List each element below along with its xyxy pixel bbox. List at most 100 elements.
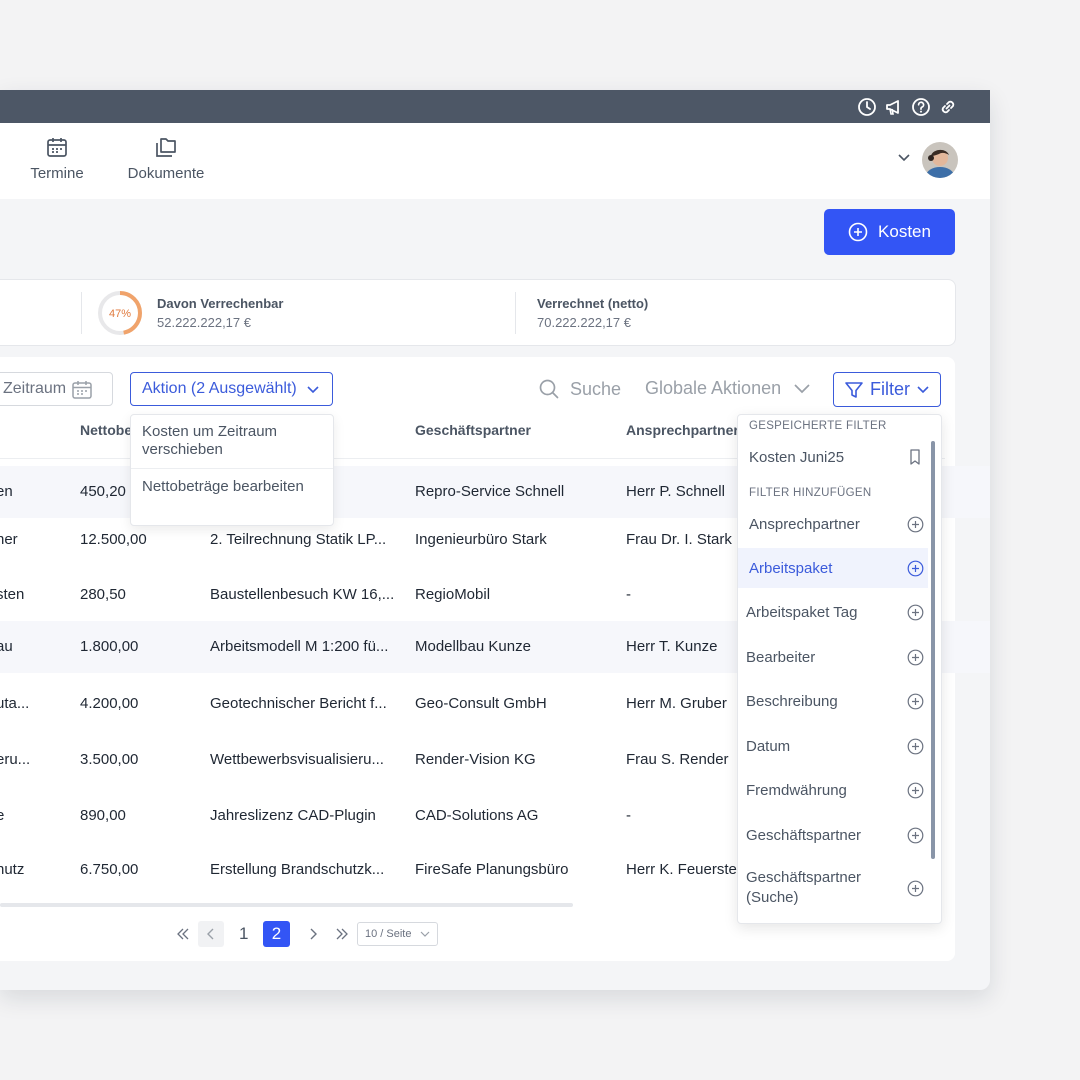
nav-item-termine[interactable]: Termine <box>27 135 87 182</box>
filter-option[interactable]: Ansprechpartner <box>738 504 928 544</box>
filter-option-label: Ansprechpartner <box>749 515 860 533</box>
megaphone-icon[interactable] <box>884 97 904 117</box>
table-cell: Herr T. Kunze <box>626 638 718 655</box>
prev-page-button[interactable] <box>198 921 224 947</box>
table-cell: Ingenieurbüro Stark <box>415 531 547 548</box>
table-cell: - <box>626 807 631 824</box>
filter-option[interactable]: Fremdwährung <box>738 770 928 810</box>
globale-aktionen-dropdown[interactable]: Globale Aktionen <box>645 378 811 399</box>
search-placeholder: Suche <box>570 378 622 399</box>
table-cell: Frau S. Render <box>626 751 729 768</box>
menu-item-verschieben[interactable]: Kosten um Zeitraum verschieben <box>142 423 322 459</box>
filter-option[interactable]: Geschäftspartner <box>738 815 928 855</box>
table-cell: eru... <box>0 751 31 768</box>
add-filters-title: FILTER HINZUFÜGEN <box>749 487 872 499</box>
filter-menu-scrollbar[interactable] <box>931 441 935 859</box>
column-header-contact[interactable]: Ansprechpartner <box>626 422 739 438</box>
plus-circle-icon[interactable] <box>907 738 924 755</box>
saved-filters-title: GESPEICHERTE FILTER <box>749 420 887 432</box>
chevron-right-icon[interactable] <box>308 928 318 940</box>
plus-circle-icon[interactable] <box>907 880 924 897</box>
table-cell: sten <box>0 586 25 603</box>
table-cell: CAD-Solutions AG <box>415 807 539 824</box>
zeitraum-placeholder: Zeitraum <box>3 380 67 397</box>
zeitraum-input[interactable]: Zeitraum <box>0 372 113 406</box>
plus-circle-icon[interactable] <box>907 827 924 844</box>
page-2-current[interactable]: 2 <box>263 921 290 947</box>
filter-option[interactable]: Beschreibung <box>738 681 928 721</box>
column-header-partner[interactable]: Geschäftspartner <box>415 422 531 438</box>
menu-item-nettobetraege[interactable]: Nettobeträge bearbeiten <box>142 478 322 496</box>
progress-ring: 47% <box>98 291 142 335</box>
clock-icon[interactable] <box>857 97 877 117</box>
chevron-down-icon <box>794 383 810 393</box>
stat-value: 70.222.222,17 € <box>537 315 631 330</box>
table-cell: uta... <box>0 695 30 712</box>
table-cell: 2. Teilrechnung Statik LP... <box>210 531 387 548</box>
table-cell: Repro-Service Schnell <box>415 483 565 500</box>
filter-option[interactable]: Bearbeiter <box>738 637 928 677</box>
table-cell: 890,00 <box>80 807 126 824</box>
search-input[interactable]: Suche <box>538 378 621 400</box>
saved-filter-item[interactable]: Kosten Juni25 <box>738 437 928 477</box>
table-cell: en <box>0 483 13 500</box>
filter-option-label: Geschäftspartner (Suche) <box>746 869 862 906</box>
filter-option[interactable]: Datum <box>738 726 928 766</box>
filter-option[interactable]: Arbeitspaket <box>738 548 928 588</box>
horizontal-scrollbar[interactable] <box>0 903 573 907</box>
main-header: Termine Dokumente <box>0 123 990 199</box>
plus-circle-icon[interactable] <box>907 693 924 710</box>
table-cell: Herr M. Gruber <box>626 695 727 712</box>
chevron-down-icon <box>420 931 430 937</box>
page-size-label: 10 / Seite <box>365 928 412 940</box>
table-cell: Arbeitsmodell M 1:200 fü... <box>210 638 389 655</box>
funnel-icon <box>845 381 863 398</box>
filter-option-label: Arbeitspaket <box>749 559 833 577</box>
calendar-icon <box>72 381 92 399</box>
stat-title: Verrechnet (netto) <box>537 296 649 311</box>
filter-option-label: Beschreibung <box>746 692 838 710</box>
table-cell: ner <box>0 531 18 548</box>
column-header-netto[interactable]: Nettobe <box>80 422 132 438</box>
filter-option-label: Bearbeiter <box>746 648 816 666</box>
help-icon[interactable] <box>911 97 931 117</box>
table-cell: FireSafe Planungsbüro <box>415 861 569 878</box>
calendar-icon <box>47 138 67 157</box>
table-cell: Geo-Consult GmbH <box>415 695 547 712</box>
table-cell: 280,50 <box>80 586 126 603</box>
nav-item-dokumente[interactable]: Dokumente <box>125 135 207 182</box>
saved-filter-label: Kosten Juni25 <box>749 448 845 466</box>
progress-label: 47% <box>109 308 131 320</box>
aktion-dropdown[interactable]: Aktion (2 Ausgewählt) <box>130 372 333 406</box>
plus-circle-icon[interactable] <box>907 604 924 621</box>
filter-label: Filter <box>870 379 910 399</box>
avatar[interactable] <box>922 142 958 178</box>
last-page-icon[interactable] <box>335 927 349 941</box>
filter-option-label: Geschäftspartner <box>746 826 862 844</box>
table-cell: - <box>626 586 631 603</box>
table-cell: hutz <box>0 861 25 878</box>
filter-option[interactable]: Geschäftspartner (Suche) <box>738 861 928 915</box>
link-icon[interactable] <box>938 97 958 117</box>
plus-circle-icon[interactable] <box>907 560 924 577</box>
bookmark-icon[interactable] <box>909 449 921 465</box>
chevron-down-icon[interactable] <box>897 153 911 163</box>
table-cell: 1.800,00 <box>80 638 139 655</box>
page-size-select[interactable]: 10 / Seite <box>357 922 438 946</box>
first-page-icon[interactable] <box>176 927 190 941</box>
button-label: Kosten <box>878 222 931 241</box>
filter-option[interactable]: Arbeitspaket Tag <box>738 592 928 632</box>
plus-circle-icon[interactable] <box>907 782 924 799</box>
plus-circle-icon[interactable] <box>907 516 924 533</box>
filter-button[interactable]: Filter <box>833 372 941 407</box>
aktion-label: Aktion (2 Ausgewählt) <box>142 380 297 397</box>
table-cell: Wettbewerbsvisualisieru... <box>210 751 384 768</box>
page-1[interactable]: 1 <box>239 924 248 944</box>
table-cell: 6.750,00 <box>80 861 139 878</box>
add-kosten-button[interactable]: Kosten <box>824 209 955 255</box>
table-cell: 4.200,00 <box>80 695 139 712</box>
table-cell: Herr K. Feuerste <box>626 861 737 878</box>
plus-circle-icon[interactable] <box>907 649 924 666</box>
divider <box>131 468 333 469</box>
table-cell: Render-Vision KG <box>415 751 536 768</box>
